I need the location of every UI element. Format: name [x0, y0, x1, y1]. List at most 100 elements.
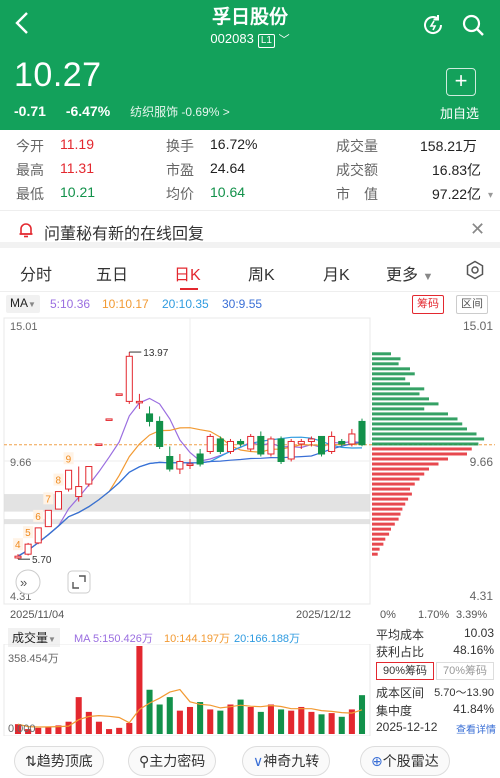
level-badge: L1: [257, 34, 275, 48]
low-label: 最低: [16, 186, 44, 202]
date-end: 2025/12/12: [296, 609, 351, 621]
candle-body: [277, 438, 285, 463]
candle-body: [85, 466, 93, 485]
candle-body: [267, 438, 275, 455]
volume-bar: [75, 697, 82, 734]
volume-bar: [35, 727, 42, 734]
ma-selector[interactable]: MA▼: [6, 295, 40, 313]
candle-body: [186, 463, 194, 467]
add-watchlist-label[interactable]: 加自选: [440, 103, 479, 122]
candle-body: [125, 355, 133, 402]
profit-label: 获利占比: [376, 645, 425, 659]
close-icon[interactable]: ✕: [470, 219, 485, 240]
ma-label: MA: [10, 296, 28, 310]
chip-bar: [372, 452, 467, 456]
candle-body: [75, 486, 83, 498]
tab-more-label: 更多: [386, 267, 419, 284]
sector-link[interactable]: 纺织服饰 -0.69% >: [130, 105, 230, 119]
notice-bar[interactable]: 问董秘有新的在线回复 ✕: [0, 210, 500, 248]
mcap-label: 市 值: [336, 186, 378, 202]
limit-up-label: 7: [45, 494, 51, 505]
candle-body: [44, 509, 52, 528]
limit-up-label: 8: [55, 476, 61, 487]
chip-bar: [372, 372, 415, 376]
range-label: 成本区间: [376, 686, 425, 700]
chip-bar: [372, 412, 448, 416]
chips-button[interactable]: 筹码: [412, 295, 444, 314]
tab-daily-k[interactable]: 日K: [174, 261, 201, 285]
chip-bar: [372, 427, 467, 431]
notice-text: 问董秘有新的在线回复: [44, 226, 205, 243]
candle-body: [105, 418, 113, 421]
expand-icon[interactable]: ▾: [488, 190, 493, 201]
trend-top-bottom-button[interactable]: ⇅趋势顶底: [14, 746, 104, 776]
chips-70-tab[interactable]: 70%筹码: [436, 662, 494, 680]
chip-bar: [372, 512, 401, 516]
mcap-value: 97.22亿: [432, 186, 482, 202]
main-force-button[interactable]: ⚲主力密码: [128, 746, 217, 776]
ma30-value: 30:9.55: [222, 297, 263, 311]
chip-bar: [372, 482, 415, 486]
fullscreen-button[interactable]: [67, 570, 91, 594]
settings-icon[interactable]: [465, 260, 485, 285]
chip-bar: [372, 352, 391, 356]
tab-monthly-k[interactable]: 月K: [323, 261, 350, 285]
view-detail-link[interactable]: 查看详情: [456, 721, 496, 736]
right-tick-mid: 9.66: [470, 455, 494, 469]
tab-intraday[interactable]: 分时: [20, 261, 52, 285]
range-button[interactable]: 区间: [456, 295, 488, 314]
volume-bar: [217, 710, 224, 734]
volume-bar: [166, 697, 173, 734]
volume-bar: [65, 721, 72, 734]
bell-icon: [18, 222, 34, 243]
candle-body: [328, 435, 336, 452]
volume-bar: [227, 704, 234, 734]
radar-icon: ⊕: [371, 753, 383, 769]
candle-body: [176, 461, 184, 470]
high-label: 最高: [16, 162, 44, 178]
limit-up-label: 4: [15, 540, 21, 551]
volume-bar: [308, 711, 315, 734]
kline-chart[interactable]: 13.97 5.70 4 5 6 7 8 9 15.01 9.66 4.31 15.01 9.…: [0, 316, 500, 626]
candle-body: [115, 393, 123, 396]
chip-pct-2: 3.39%: [456, 609, 487, 621]
zoom-out-button[interactable]: »: [15, 569, 41, 595]
chip-bar: [372, 357, 401, 361]
volume-bar: [338, 716, 345, 734]
high-value: 11.31: [60, 160, 94, 176]
chip-bar: [372, 467, 429, 471]
volume-bar: [267, 704, 274, 734]
search-icon[interactable]: [461, 13, 485, 42]
chip-bar: [372, 387, 425, 391]
volume-bar: [278, 709, 285, 734]
candle-body: [65, 469, 73, 490]
candle-body: [358, 420, 366, 446]
chip-bar: [372, 367, 410, 371]
avg-cost-value: 10.03: [463, 626, 494, 640]
volume-chart[interactable]: 358.454万 0.000: [0, 643, 372, 737]
volume-bar: [45, 726, 52, 734]
concentration-value: 41.84%: [453, 702, 494, 716]
chip-bar: [372, 507, 403, 511]
volume-bar: [318, 714, 325, 734]
candle-body: [348, 433, 356, 445]
stock-radar-button[interactable]: ⊕个股雷达: [360, 746, 450, 776]
chart-tabs: 分时 五日 日K 周K 月K 更多 ▼: [0, 252, 500, 292]
chip-bar: [372, 437, 485, 441]
chip-bar: [372, 407, 425, 411]
chips-90-tab[interactable]: 90%筹码: [376, 662, 434, 680]
chip-distribution: [372, 352, 485, 556]
magic-nine-button[interactable]: ∨神奇九转: [242, 746, 331, 776]
refresh-icon[interactable]: [421, 13, 445, 42]
volume-bar: [247, 706, 254, 734]
volume-bar: [186, 706, 194, 734]
tab-more[interactable]: 更多 ▼: [386, 261, 433, 285]
chip-band: [4, 519, 370, 525]
tab-weekly-k[interactable]: 周K: [248, 261, 275, 285]
chip-bar: [372, 472, 425, 476]
header: 孚日股份 002083 L1 ﹀ 10.27 -0.71 -6.47% 纺织服饰 …: [0, 0, 500, 130]
tab-five-day[interactable]: 五日: [96, 261, 128, 285]
volume-label: 成交量: [12, 631, 49, 645]
chip-bar: [372, 417, 458, 421]
add-watchlist-button[interactable]: +: [446, 68, 476, 96]
